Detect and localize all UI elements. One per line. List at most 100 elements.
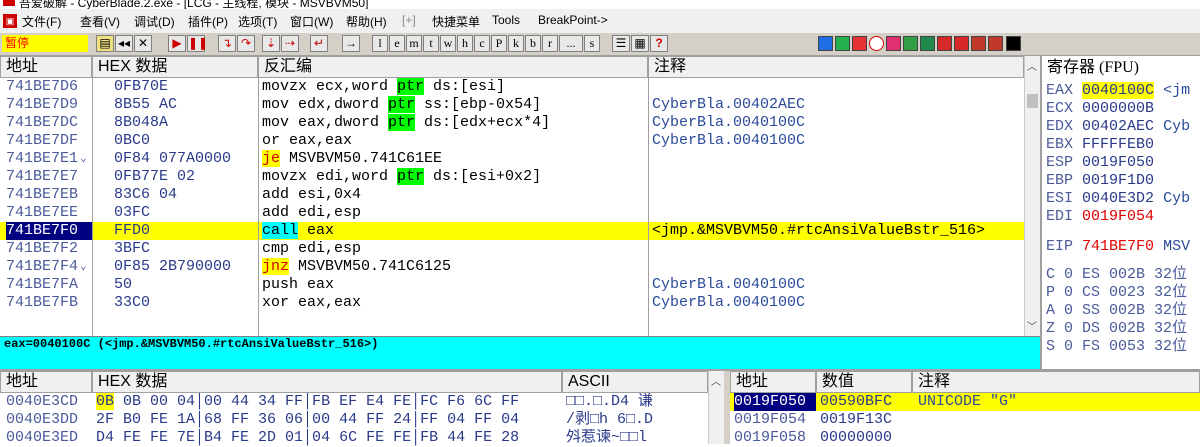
plugin-5-icon[interactable] <box>886 36 901 51</box>
stack-header-value[interactable]: 数值 <box>816 371 912 393</box>
table-row[interactable]: 0019F058 00000000 <box>730 429 1200 447</box>
plugin-1-icon[interactable] <box>818 36 833 51</box>
menu-breakpoint[interactable]: BreakPoint-> <box>538 13 608 27</box>
pause-icon[interactable]: ❚❚ <box>187 35 208 52</box>
toolbar-handles-button[interactable]: h <box>457 35 473 52</box>
toolbar-threads-button[interactable]: t <box>423 35 439 52</box>
plugin-12-icon[interactable] <box>1006 36 1021 51</box>
table-row[interactable]: 741BE7DF 0BC0 or eax,eax CyberBla.0040100C <box>0 132 1024 150</box>
toolbar-patches-button[interactable]: P <box>491 35 507 52</box>
trace-over-icon[interactable]: ⇢ <box>281 35 299 52</box>
execute-till-return-icon[interactable]: ↵ <box>310 35 328 52</box>
plugin-7-icon[interactable] <box>920 36 935 51</box>
toolbar-source-button[interactable]: s <box>584 35 600 52</box>
scroll-down-icon[interactable]: ﹀ <box>1026 318 1038 333</box>
table-row[interactable]: 741BE7EB 83C6 04 add esi,0x4 <box>0 186 1024 204</box>
trace-into-icon[interactable]: ⇣ <box>262 35 280 52</box>
dump-scrollbar[interactable]: ︿ <box>708 371 724 444</box>
plugin-9-icon[interactable] <box>954 36 969 51</box>
menu-plus[interactable]: [+] <box>402 13 416 27</box>
stack-header-comment[interactable]: 注释 <box>912 371 1200 393</box>
stack-header-address[interactable]: 地址 <box>730 371 816 393</box>
flag-row[interactable]: C 0 ES 002B 32位 <box>1046 266 1187 284</box>
register-row[interactable]: ESP 0019F050 <box>1046 154 1154 172</box>
menu-tools[interactable]: Tools <box>492 13 520 27</box>
close-icon[interactable]: ✕ <box>134 35 152 52</box>
table-row[interactable]: 0019F050 00590BFC UNICODE "G" <box>730 393 1200 411</box>
toolbar-references-button[interactable]: r <box>542 35 558 52</box>
dump-header-hex[interactable]: HEX 数据 <box>92 371 562 393</box>
cpu-header-disasm[interactable]: 反汇编 <box>258 56 648 78</box>
flag-row[interactable]: P 0 CS 0023 32位 <box>1046 284 1187 302</box>
menu-window[interactable]: 窗口(W) <box>290 13 333 30</box>
table-row[interactable]: 741BE7F4 ⌄ 0F85 2B790000 jnz MSVBVM50.741C6… <box>0 258 1024 276</box>
flag-row[interactable]: S 0 FS 0053 32位 <box>1046 338 1187 356</box>
table-row[interactable]: 0040E3DD 2F B0 FE 1A│68 FF 36 06│00 44 FF… <box>0 411 708 429</box>
pane-divider[interactable] <box>1040 56 1042 372</box>
list-icon[interactable]: ☰ <box>612 35 630 52</box>
toolbar-breakpoints-button[interactable]: b <box>525 35 541 52</box>
toolbar-callstack-button[interactable]: k <box>508 35 524 52</box>
flag-row[interactable]: Z 0 DS 002B 32位 <box>1046 320 1187 338</box>
help-icon[interactable]: ? <box>650 35 668 52</box>
toolbar-run-trace-button[interactable]: ... <box>559 35 583 52</box>
step-into-icon[interactable]: ↴ <box>218 35 236 52</box>
run-icon[interactable]: ▶ <box>168 35 186 52</box>
table-row[interactable]: 741BE7E1 ⌄ 0F84 077A0000 je MSVBVM50.741C61… <box>0 150 1024 168</box>
menu-view[interactable]: 查看(V) <box>80 13 120 30</box>
plugin-8-icon[interactable] <box>937 36 952 51</box>
register-row[interactable]: EBP 0019F1D0 <box>1046 172 1154 190</box>
toolbar-log-button[interactable]: l <box>372 35 388 52</box>
table-row[interactable]: 741BE7DC 8B048A mov eax,dword ptr ds:[edx+… <box>0 114 1024 132</box>
flag-row[interactable]: A 0 SS 002B 32位 <box>1046 302 1187 320</box>
table-row[interactable]: 741BE7EE 03FC add edi,esp <box>0 204 1024 222</box>
open-icon[interactable]: ▤ <box>96 35 114 52</box>
toolbar-windows-button[interactable]: w <box>440 35 456 52</box>
goto-icon[interactable]: → <box>342 35 360 52</box>
menu-file[interactable]: 文件(F) <box>22 13 61 30</box>
table-row[interactable]: 0040E3ED D4 FE FE 7E│B4 FE 2D 01│04 6C FE… <box>0 429 708 447</box>
step-over-icon[interactable]: ↷ <box>237 35 255 52</box>
cpu-header-hex[interactable]: HEX 数据 <box>92 56 258 78</box>
register-row[interactable]: EDI 0019F054 <box>1046 208 1154 226</box>
dump-header-ascii[interactable]: ASCII <box>562 371 708 393</box>
register-row[interactable]: EDX 00402AEC Cyb <box>1046 118 1190 136</box>
table-row[interactable]: 741BE7D6 0FB70E movzx ecx,word ptr ds:[esi… <box>0 78 1024 96</box>
table-row[interactable]: 741BE7F0 FFD0 call eax <jmp.&MSVBVM50.#rtcA… <box>0 222 1024 240</box>
plugin-2-icon[interactable] <box>835 36 850 51</box>
menu-plugins[interactable]: 插件(P) <box>188 13 228 30</box>
plugin-3-icon[interactable] <box>852 36 867 51</box>
register-row[interactable]: EBX FFFFFEB0 <box>1046 136 1154 154</box>
register-row-eip[interactable]: EIP 741BE7F0 MSV <box>1046 238 1190 256</box>
table-row[interactable]: 741BE7E7 0FB77E 02 movzx edi,word ptr ds:[… <box>0 168 1024 186</box>
register-row[interactable]: EAX 0040100C <jm <box>1046 82 1190 100</box>
table-row[interactable]: 741BE7F2 3BFC cmp edi,esp <box>0 240 1024 258</box>
toolbar-cpu-button[interactable]: c <box>474 35 490 52</box>
dump-header-address[interactable]: 地址 <box>0 371 92 393</box>
registers-header[interactable]: 寄存器 (FPU) <box>1042 56 1200 80</box>
plugin-6-icon[interactable] <box>903 36 918 51</box>
cpu-header-address[interactable]: 地址 <box>0 56 92 78</box>
table-row[interactable]: 0040E3CD 0B 0B 00 04│00 44 34 FF│FB EF E4… <box>0 393 708 411</box>
app-menu-icon[interactable]: ▣ <box>3 14 17 28</box>
restart-icon[interactable]: ◂◂ <box>115 35 133 52</box>
menu-options[interactable]: 选项(T) <box>238 13 277 30</box>
plugin-11-icon[interactable] <box>988 36 1003 51</box>
menu-help[interactable]: 帮助(H) <box>346 13 387 30</box>
menu-debug[interactable]: 调试(D) <box>134 13 175 30</box>
scroll-thumb[interactable] <box>1027 94 1038 108</box>
plugin-10-icon[interactable] <box>971 36 986 51</box>
table-row[interactable]: 0019F054 0019F13C <box>730 411 1200 429</box>
cpu-scrollbar[interactable]: ︿ ﹀ <box>1024 56 1040 336</box>
table-row[interactable]: 741BE7D9 8B55 AC mov edx,dword ptr ss:[ebp… <box>0 96 1024 114</box>
table-row[interactable]: 741BE7FB 33C0 xor eax,eax CyberBla.0040100C <box>0 294 1024 312</box>
scroll-up-icon[interactable]: ︿ <box>1026 58 1038 73</box>
cpu-header-comment[interactable]: 注释 <box>648 56 1024 78</box>
scroll-up-icon[interactable]: ︿ <box>710 373 722 388</box>
register-row[interactable]: ESI 0040E3D2 Cyb <box>1046 190 1190 208</box>
table-row[interactable]: 741BE7FA 50 push eax CyberBla.0040100C <box>0 276 1024 294</box>
register-row[interactable]: ECX 0000000B <box>1046 100 1154 118</box>
plugin-4-icon[interactable] <box>869 36 884 51</box>
options-icon[interactable]: ▦ <box>631 35 649 52</box>
toolbar-memory-button[interactable]: m <box>406 35 422 52</box>
